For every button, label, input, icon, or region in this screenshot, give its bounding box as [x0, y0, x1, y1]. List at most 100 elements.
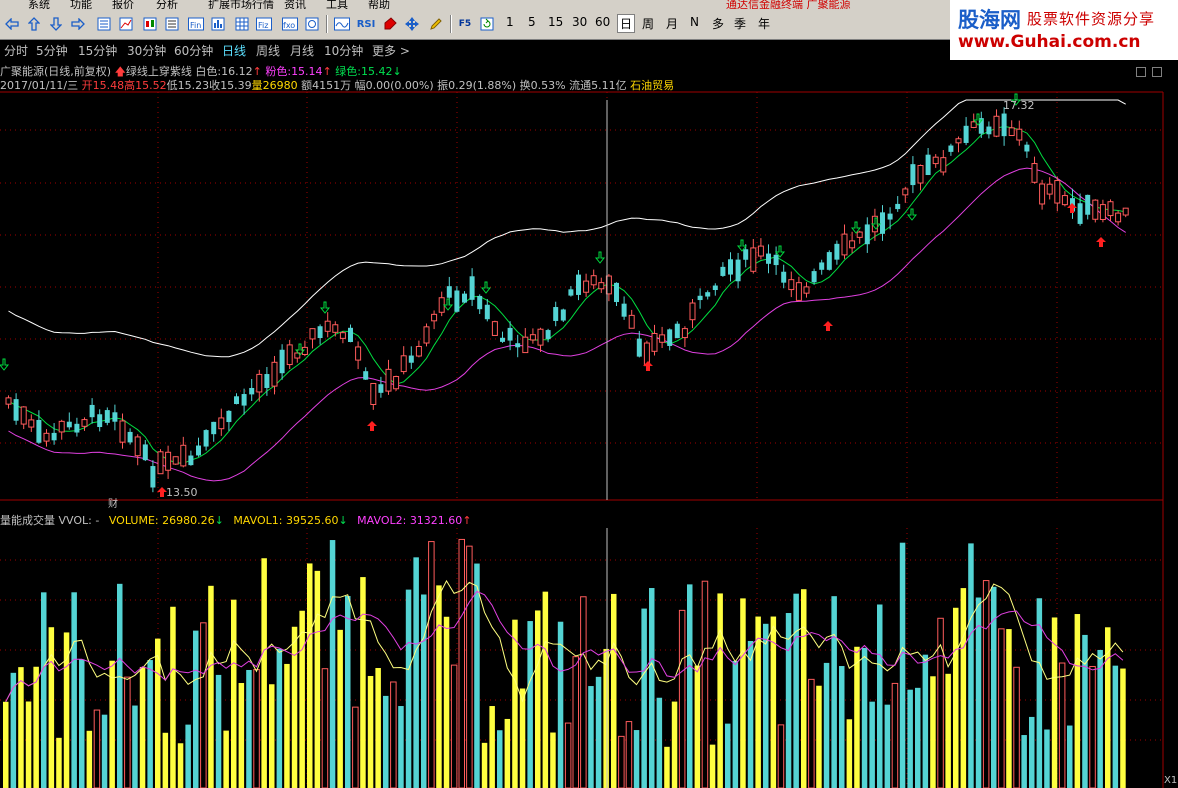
candle-body-down: [811, 271, 817, 283]
volume-bar-down: [1097, 649, 1103, 788]
volume-bar-signal: [261, 558, 267, 788]
buy-signal-arrow: [0, 358, 10, 371]
candle-body-down: [621, 303, 627, 317]
candle-body-up: [339, 332, 346, 339]
volume-bar-signal: [86, 730, 93, 788]
volume-bar-down: [823, 662, 830, 788]
volume-bar-up: [1013, 666, 1020, 788]
volume-bar-down: [725, 723, 731, 788]
volume-bar-up: [998, 628, 1005, 788]
candle-body-up: [28, 419, 35, 428]
volume-bar-up: [253, 669, 260, 788]
sell-signal-arrow: [823, 321, 833, 331]
volume-bar-signal: [953, 607, 959, 788]
volume-bar-signal: [854, 646, 860, 788]
candle-body-up: [757, 245, 764, 257]
candle-body-up: [955, 138, 962, 144]
candle-body-up: [119, 420, 126, 443]
volume-bar-signal: [33, 666, 39, 788]
candle-body-down: [925, 154, 931, 176]
volume-bar-signal: [694, 665, 701, 788]
volume-bar-down: [656, 697, 663, 788]
candle-body-down: [1077, 203, 1083, 224]
candle-body-up: [81, 419, 88, 427]
candle-body-down: [614, 282, 619, 303]
candle-body-down: [477, 295, 483, 310]
candle-body-down: [834, 243, 840, 260]
volume-bar-signal: [504, 718, 511, 788]
volume-bar-signal: [56, 737, 62, 788]
candle-body-down: [887, 213, 893, 220]
volume-bar-down: [877, 604, 883, 788]
volume-bar-signal: [223, 730, 229, 788]
volume-bar-up: [390, 681, 397, 788]
volume-bar-down: [193, 630, 199, 788]
volume-bar-up: [808, 678, 815, 788]
candle-body-down: [104, 410, 110, 423]
candle-body-down: [766, 253, 771, 264]
candle-body-up: [1092, 199, 1099, 220]
candle-body-down: [568, 289, 574, 296]
candle-body-down: [1024, 144, 1030, 152]
volume-bar-down: [1036, 598, 1043, 788]
candle-body-up: [355, 346, 362, 361]
volume-bar-down: [968, 543, 974, 788]
volume-bar-up: [321, 668, 329, 788]
volume-bar-signal: [709, 744, 716, 788]
candle-body-up: [795, 282, 802, 301]
candle-body-down: [74, 423, 80, 433]
volume-bar-signal: [960, 588, 967, 788]
volume-bar-down: [915, 687, 921, 788]
volume-bar-signal: [519, 688, 526, 788]
volume-bar-signal: [945, 673, 951, 788]
candle-body-up: [393, 376, 400, 390]
volume-bar-signal: [48, 627, 55, 788]
volume-bar-signal: [664, 746, 670, 788]
volume-bar-down: [1029, 716, 1035, 788]
volume-bar-signal: [755, 616, 761, 788]
volume-bar-down: [345, 595, 351, 788]
candle-body-down: [97, 414, 103, 428]
candle-body-up: [1039, 183, 1046, 205]
candle-body-up: [309, 328, 316, 340]
volume-bars: [3, 538, 1126, 788]
volume-bar-signal: [139, 666, 146, 788]
candle-body-up: [583, 280, 590, 293]
volume-bar-down: [117, 583, 123, 788]
candle-body-down: [241, 394, 247, 406]
volume-bar-signal: [109, 660, 115, 788]
candle-body-down: [408, 355, 414, 363]
volume-bar-up: [1058, 662, 1066, 788]
volume-bar-signal: [231, 599, 237, 788]
volume-bar-up: [618, 735, 625, 788]
volume-bar-signal: [299, 610, 305, 788]
candle-body-up: [689, 302, 696, 321]
volume-bar-down: [329, 540, 336, 788]
volume-bar-up: [428, 541, 435, 788]
volume-bar-signal: [512, 619, 518, 788]
volume-bar-down: [869, 701, 875, 788]
volume-bar-down: [215, 674, 222, 788]
candle-body-up: [400, 355, 407, 373]
candle-body-down: [507, 327, 513, 341]
candle-body-up: [651, 332, 658, 352]
candle-body-up: [970, 121, 977, 128]
volume-bar-signal: [208, 585, 214, 788]
volume-bar-down: [413, 557, 419, 788]
candle-body-up: [423, 326, 430, 344]
volume-bar-down: [1067, 725, 1073, 788]
candle-body-up: [165, 451, 172, 471]
candle-body-down: [712, 285, 718, 291]
candle-body-down: [705, 292, 711, 297]
candle-body-up: [58, 420, 65, 433]
candle-body-down: [13, 399, 19, 421]
buy-signal-arrow: [442, 298, 454, 311]
candle-body-down: [484, 304, 490, 320]
kline-chart[interactable]: 17.32 13.50 财 X1: [0, 0, 1178, 788]
volume-bar-signal: [291, 626, 298, 788]
candle-body-up: [1016, 128, 1023, 141]
candle-body-down: [188, 455, 194, 466]
volume-bar-signal: [489, 706, 495, 788]
candle-body-up: [902, 188, 909, 196]
volume-bar-signal: [816, 685, 822, 788]
